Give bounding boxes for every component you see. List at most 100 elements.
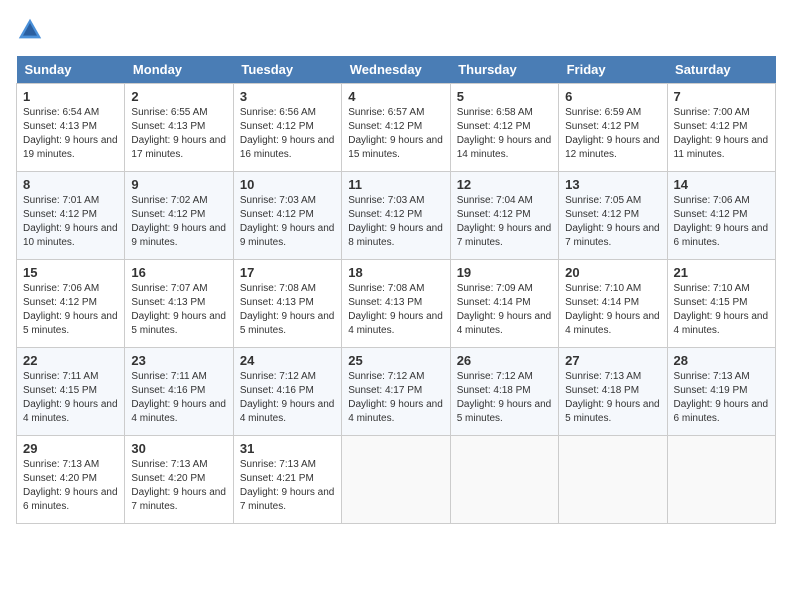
day-info: Sunrise: 6:59 AMSunset: 4:12 PMDaylight:…	[565, 107, 660, 160]
day-info: Sunrise: 7:08 AMSunset: 4:13 PMDaylight:…	[240, 283, 335, 336]
day-number: 15	[23, 265, 118, 280]
calendar-cell: 17 Sunrise: 7:08 AMSunset: 4:13 PMDaylig…	[233, 260, 341, 348]
calendar-cell: 29 Sunrise: 7:13 AMSunset: 4:20 PMDaylig…	[17, 436, 125, 524]
weekday-header-monday: Monday	[125, 56, 233, 84]
calendar-cell: 15 Sunrise: 7:06 AMSunset: 4:12 PMDaylig…	[17, 260, 125, 348]
weekday-header-sunday: Sunday	[17, 56, 125, 84]
day-info: Sunrise: 6:56 AMSunset: 4:12 PMDaylight:…	[240, 107, 335, 160]
day-info: Sunrise: 7:05 AMSunset: 4:12 PMDaylight:…	[565, 195, 660, 248]
calendar-week-3: 15 Sunrise: 7:06 AMSunset: 4:12 PMDaylig…	[17, 260, 776, 348]
day-number: 7	[674, 89, 769, 104]
day-number: 21	[674, 265, 769, 280]
calendar-cell: 5 Sunrise: 6:58 AMSunset: 4:12 PMDayligh…	[450, 84, 558, 172]
day-number: 28	[674, 353, 769, 368]
day-info: Sunrise: 7:13 AMSunset: 4:18 PMDaylight:…	[565, 371, 660, 424]
day-number: 5	[457, 89, 552, 104]
day-number: 8	[23, 177, 118, 192]
calendar-cell: 6 Sunrise: 6:59 AMSunset: 4:12 PMDayligh…	[559, 84, 667, 172]
calendar-cell: 7 Sunrise: 7:00 AMSunset: 4:12 PMDayligh…	[667, 84, 775, 172]
day-info: Sunrise: 6:55 AMSunset: 4:13 PMDaylight:…	[131, 107, 226, 160]
day-number: 16	[131, 265, 226, 280]
day-number: 11	[348, 177, 443, 192]
calendar-cell	[342, 436, 450, 524]
day-number: 26	[457, 353, 552, 368]
day-number: 1	[23, 89, 118, 104]
weekday-header-thursday: Thursday	[450, 56, 558, 84]
day-info: Sunrise: 7:11 AMSunset: 4:15 PMDaylight:…	[23, 371, 118, 424]
calendar-cell: 19 Sunrise: 7:09 AMSunset: 4:14 PMDaylig…	[450, 260, 558, 348]
day-info: Sunrise: 7:12 AMSunset: 4:18 PMDaylight:…	[457, 371, 552, 424]
calendar-cell: 28 Sunrise: 7:13 AMSunset: 4:19 PMDaylig…	[667, 348, 775, 436]
calendar-cell	[450, 436, 558, 524]
calendar-week-5: 29 Sunrise: 7:13 AMSunset: 4:20 PMDaylig…	[17, 436, 776, 524]
calendar-table: SundayMondayTuesdayWednesdayThursdayFrid…	[16, 56, 776, 524]
calendar-week-2: 8 Sunrise: 7:01 AMSunset: 4:12 PMDayligh…	[17, 172, 776, 260]
day-number: 29	[23, 441, 118, 456]
calendar-cell	[559, 436, 667, 524]
day-info: Sunrise: 6:54 AMSunset: 4:13 PMDaylight:…	[23, 107, 118, 160]
calendar-cell: 27 Sunrise: 7:13 AMSunset: 4:18 PMDaylig…	[559, 348, 667, 436]
day-info: Sunrise: 7:13 AMSunset: 4:21 PMDaylight:…	[240, 459, 335, 512]
day-info: Sunrise: 7:06 AMSunset: 4:12 PMDaylight:…	[23, 283, 118, 336]
calendar-cell: 4 Sunrise: 6:57 AMSunset: 4:12 PMDayligh…	[342, 84, 450, 172]
weekday-header-saturday: Saturday	[667, 56, 775, 84]
logo	[16, 16, 48, 44]
calendar-cell: 12 Sunrise: 7:04 AMSunset: 4:12 PMDaylig…	[450, 172, 558, 260]
day-number: 17	[240, 265, 335, 280]
day-info: Sunrise: 6:58 AMSunset: 4:12 PMDaylight:…	[457, 107, 552, 160]
day-number: 14	[674, 177, 769, 192]
day-number: 25	[348, 353, 443, 368]
calendar-cell: 22 Sunrise: 7:11 AMSunset: 4:15 PMDaylig…	[17, 348, 125, 436]
day-number: 18	[348, 265, 443, 280]
logo-icon	[16, 16, 44, 44]
day-info: Sunrise: 7:12 AMSunset: 4:17 PMDaylight:…	[348, 371, 443, 424]
day-number: 19	[457, 265, 552, 280]
calendar-cell: 16 Sunrise: 7:07 AMSunset: 4:13 PMDaylig…	[125, 260, 233, 348]
day-number: 22	[23, 353, 118, 368]
calendar-cell: 24 Sunrise: 7:12 AMSunset: 4:16 PMDaylig…	[233, 348, 341, 436]
day-info: Sunrise: 7:08 AMSunset: 4:13 PMDaylight:…	[348, 283, 443, 336]
day-info: Sunrise: 7:06 AMSunset: 4:12 PMDaylight:…	[674, 195, 769, 248]
day-info: Sunrise: 7:12 AMSunset: 4:16 PMDaylight:…	[240, 371, 335, 424]
day-info: Sunrise: 7:02 AMSunset: 4:12 PMDaylight:…	[131, 195, 226, 248]
day-info: Sunrise: 7:13 AMSunset: 4:20 PMDaylight:…	[131, 459, 226, 512]
day-info: Sunrise: 7:01 AMSunset: 4:12 PMDaylight:…	[23, 195, 118, 248]
day-number: 20	[565, 265, 660, 280]
calendar-cell: 13 Sunrise: 7:05 AMSunset: 4:12 PMDaylig…	[559, 172, 667, 260]
weekday-header-tuesday: Tuesday	[233, 56, 341, 84]
calendar-cell	[667, 436, 775, 524]
day-info: Sunrise: 7:10 AMSunset: 4:15 PMDaylight:…	[674, 283, 769, 336]
calendar-cell: 21 Sunrise: 7:10 AMSunset: 4:15 PMDaylig…	[667, 260, 775, 348]
day-number: 10	[240, 177, 335, 192]
calendar-cell: 14 Sunrise: 7:06 AMSunset: 4:12 PMDaylig…	[667, 172, 775, 260]
day-info: Sunrise: 7:09 AMSunset: 4:14 PMDaylight:…	[457, 283, 552, 336]
calendar-cell: 2 Sunrise: 6:55 AMSunset: 4:13 PMDayligh…	[125, 84, 233, 172]
weekday-header-friday: Friday	[559, 56, 667, 84]
calendar-cell: 26 Sunrise: 7:12 AMSunset: 4:18 PMDaylig…	[450, 348, 558, 436]
calendar-cell: 20 Sunrise: 7:10 AMSunset: 4:14 PMDaylig…	[559, 260, 667, 348]
calendar-cell: 9 Sunrise: 7:02 AMSunset: 4:12 PMDayligh…	[125, 172, 233, 260]
calendar-cell: 11 Sunrise: 7:03 AMSunset: 4:12 PMDaylig…	[342, 172, 450, 260]
calendar-cell: 25 Sunrise: 7:12 AMSunset: 4:17 PMDaylig…	[342, 348, 450, 436]
weekday-header-wednesday: Wednesday	[342, 56, 450, 84]
day-info: Sunrise: 6:57 AMSunset: 4:12 PMDaylight:…	[348, 107, 443, 160]
page-header	[16, 16, 776, 44]
day-number: 30	[131, 441, 226, 456]
day-number: 31	[240, 441, 335, 456]
calendar-cell: 8 Sunrise: 7:01 AMSunset: 4:12 PMDayligh…	[17, 172, 125, 260]
day-info: Sunrise: 7:11 AMSunset: 4:16 PMDaylight:…	[131, 371, 226, 424]
day-info: Sunrise: 7:13 AMSunset: 4:19 PMDaylight:…	[674, 371, 769, 424]
weekday-header-row: SundayMondayTuesdayWednesdayThursdayFrid…	[17, 56, 776, 84]
day-info: Sunrise: 7:10 AMSunset: 4:14 PMDaylight:…	[565, 283, 660, 336]
day-number: 4	[348, 89, 443, 104]
day-info: Sunrise: 7:13 AMSunset: 4:20 PMDaylight:…	[23, 459, 118, 512]
day-info: Sunrise: 7:00 AMSunset: 4:12 PMDaylight:…	[674, 107, 769, 160]
calendar-cell: 18 Sunrise: 7:08 AMSunset: 4:13 PMDaylig…	[342, 260, 450, 348]
day-number: 3	[240, 89, 335, 104]
day-number: 9	[131, 177, 226, 192]
calendar-cell: 10 Sunrise: 7:03 AMSunset: 4:12 PMDaylig…	[233, 172, 341, 260]
day-number: 24	[240, 353, 335, 368]
calendar-cell: 31 Sunrise: 7:13 AMSunset: 4:21 PMDaylig…	[233, 436, 341, 524]
day-number: 12	[457, 177, 552, 192]
day-number: 6	[565, 89, 660, 104]
